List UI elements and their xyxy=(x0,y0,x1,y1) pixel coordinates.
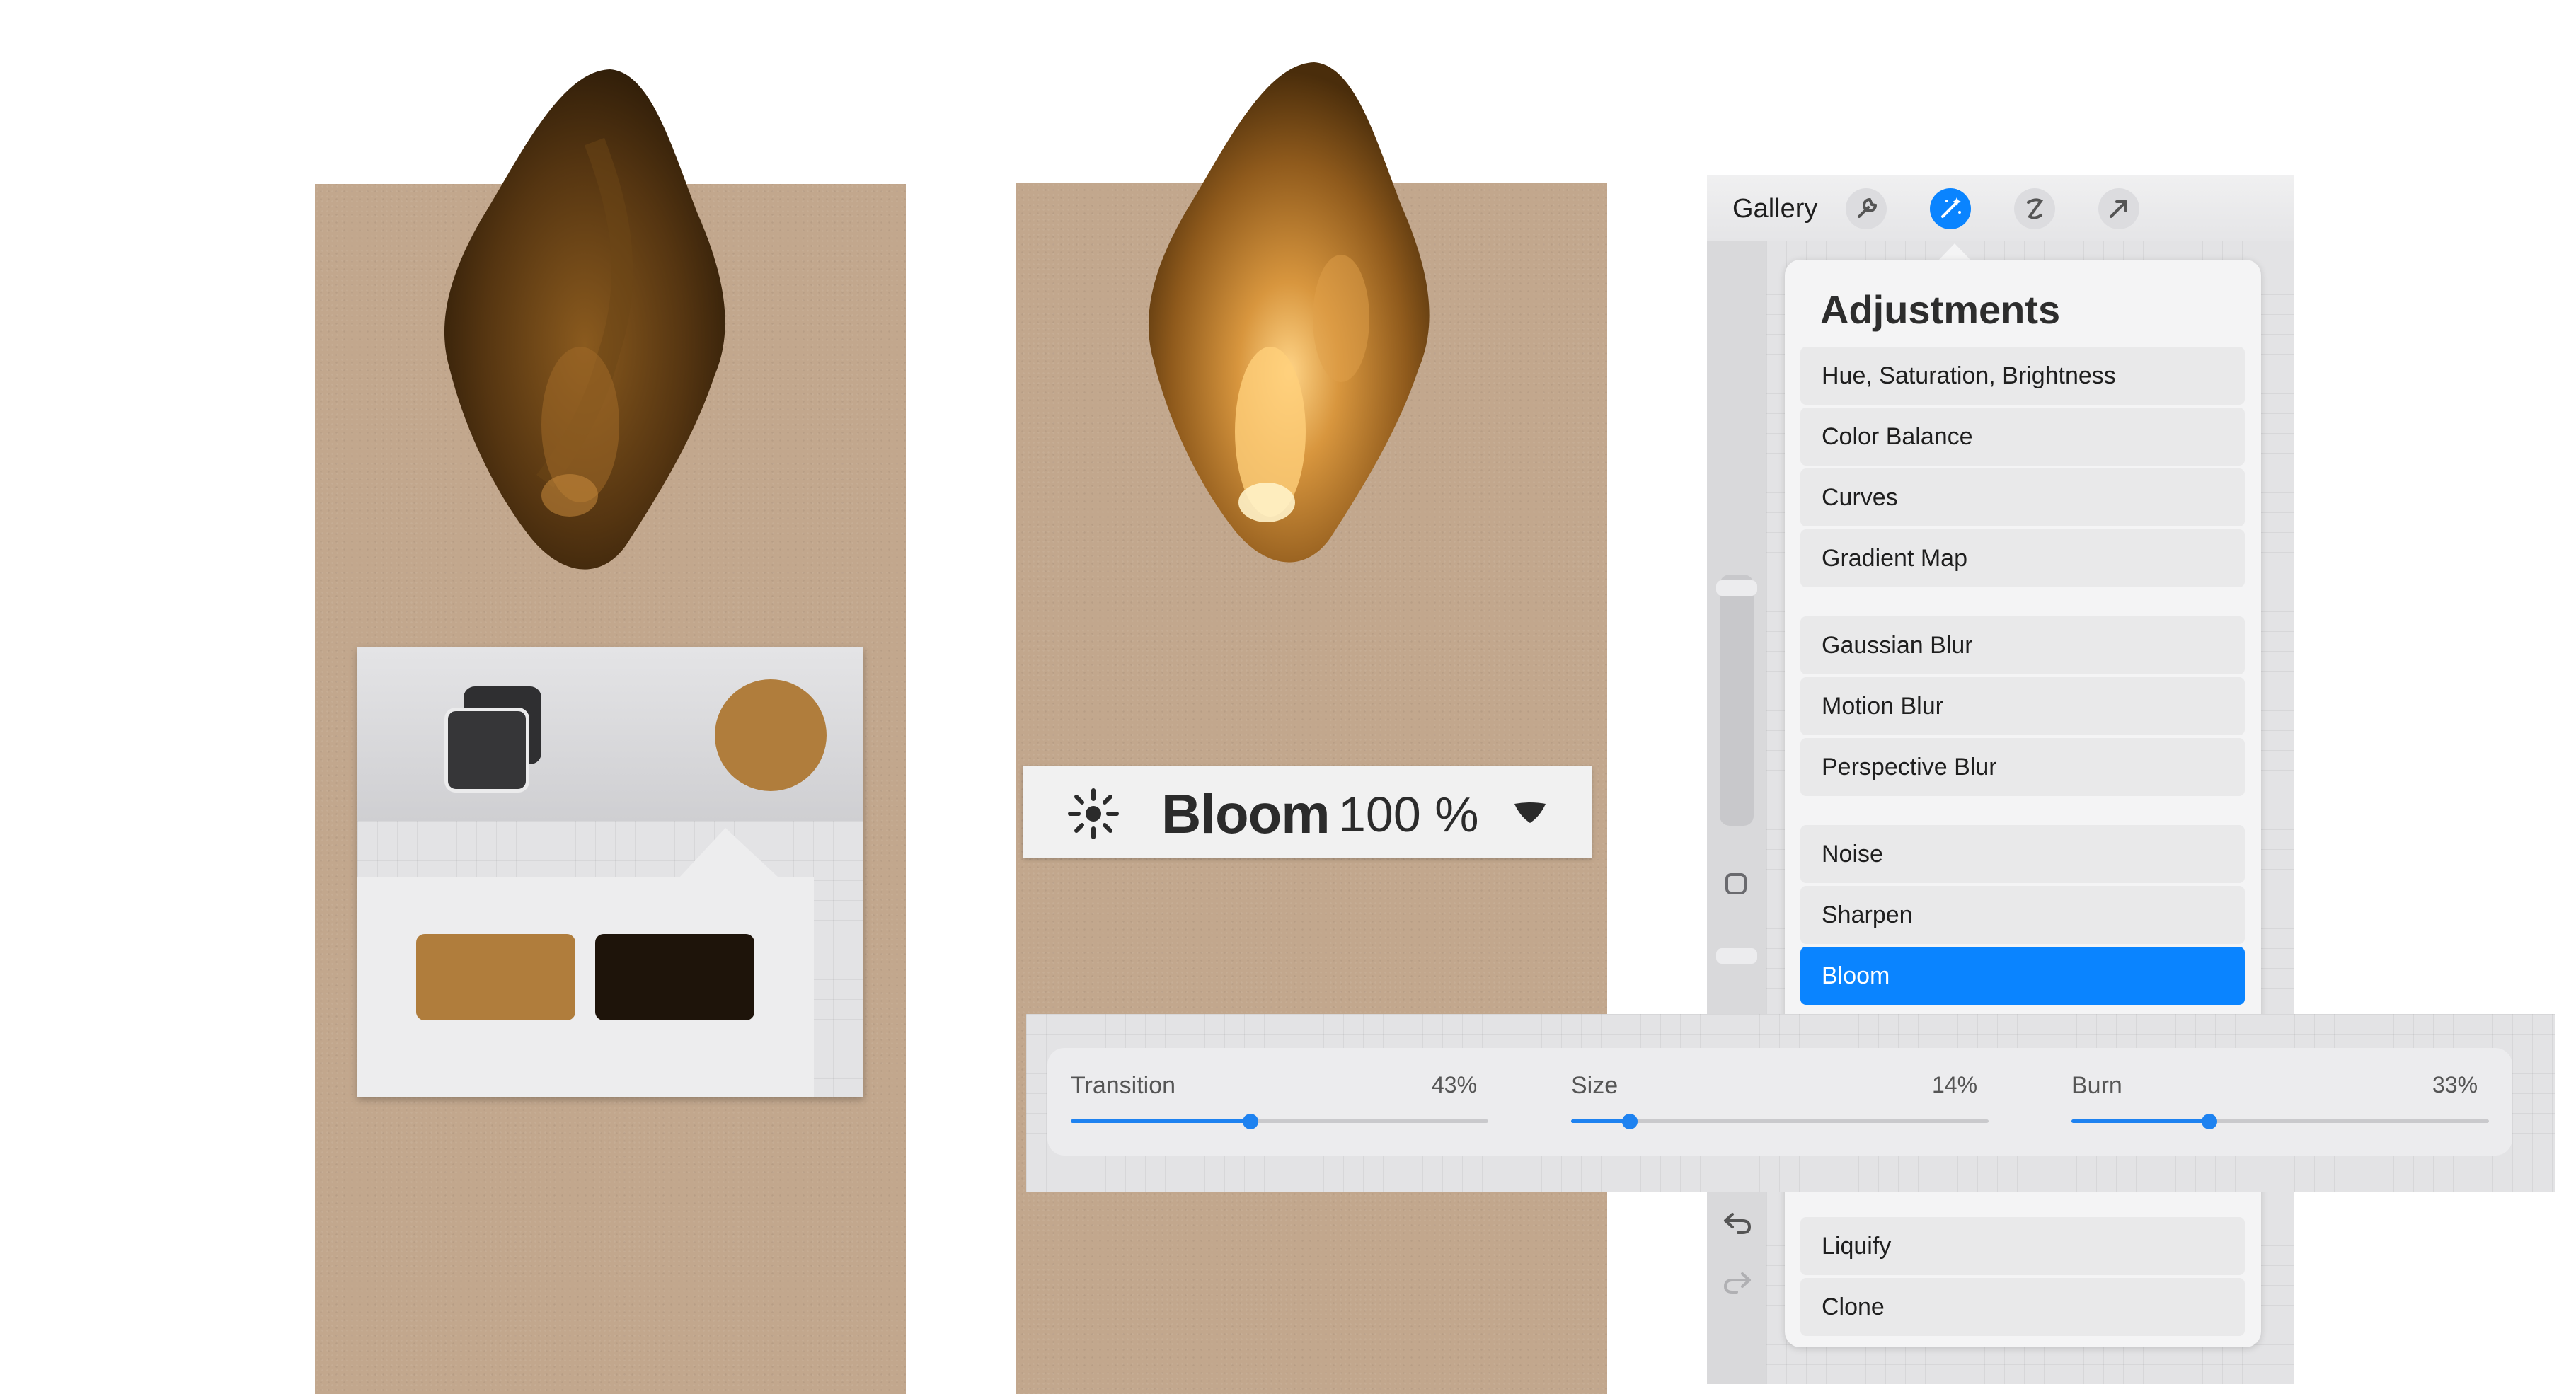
menu-item-label: Gaussian Blur xyxy=(1822,632,1973,659)
menu-item-bloom[interactable]: Bloom xyxy=(1800,947,2245,1005)
menu-item-hue-saturation-brightness[interactable]: Hue, Saturation, Brightness xyxy=(1800,347,2245,405)
menu-item-label: Hue, Saturation, Brightness xyxy=(1822,362,2116,389)
layer-name: Bloom xyxy=(1161,783,1330,845)
transition-label: Transition xyxy=(1071,1072,1176,1099)
magic-wand-icon[interactable] xyxy=(1930,188,1971,229)
layers-icon[interactable] xyxy=(444,708,529,793)
swatch-brown[interactable] xyxy=(416,934,575,1020)
size-slider[interactable] xyxy=(1571,1114,1989,1129)
menu-item-gaussian-blur[interactable]: Gaussian Blur xyxy=(1800,616,2245,674)
layer-opacity: 100 % xyxy=(1338,787,1479,842)
menu-item-label: Liquify xyxy=(1822,1233,1892,1260)
menu-item-label: Noise xyxy=(1822,841,1883,868)
size-knob[interactable] xyxy=(1621,1114,1638,1129)
burn-slider[interactable] xyxy=(2071,1114,2489,1129)
menu-item-label: Clone xyxy=(1822,1294,1885,1320)
menu-item-label: Motion Blur xyxy=(1822,693,1943,720)
color-popup xyxy=(357,647,863,1097)
menu-item-color-balance[interactable]: Color Balance xyxy=(1800,408,2245,466)
size-label: Size xyxy=(1571,1072,1618,1099)
burn-knob[interactable] xyxy=(2201,1114,2217,1129)
menu-item-label: Curves xyxy=(1822,484,1898,511)
sun-icon xyxy=(1068,788,1119,839)
size-value: 14% xyxy=(1932,1072,1978,1098)
menu-item-liquify[interactable]: Liquify xyxy=(1800,1217,2245,1275)
selection-icon[interactable] xyxy=(2014,188,2055,229)
menu-item-label: Sharpen xyxy=(1822,902,1913,928)
menu-item-label: Perspective Blur xyxy=(1822,754,1997,780)
swatch-dark[interactable] xyxy=(595,934,754,1020)
transition-knob[interactable] xyxy=(1242,1114,1258,1129)
opacity-slider-handle[interactable] xyxy=(1716,948,1757,964)
bloom-settings-panel: Transition 43% Size 14% Burn 33% xyxy=(1047,1048,2512,1156)
adjustments-title: Adjustments xyxy=(1820,287,2061,332)
wrench-icon[interactable] xyxy=(1846,188,1887,229)
gallery-button[interactable]: Gallery xyxy=(1732,194,1817,224)
brush-size-slider[interactable] xyxy=(1720,575,1754,826)
chevron-down-icon[interactable] xyxy=(1512,800,1548,825)
gem-dark xyxy=(444,69,725,570)
menu-item-clone[interactable]: Clone xyxy=(1800,1278,2245,1336)
layer-pill[interactable]: Bloom 100 % xyxy=(1023,766,1592,858)
transition-slider[interactable] xyxy=(1071,1114,1488,1129)
popup-pointer xyxy=(679,828,814,885)
gem-glow xyxy=(1148,62,1430,563)
menu-item-perspective-blur[interactable]: Perspective Blur xyxy=(1800,738,2245,796)
transform-arrow-icon[interactable] xyxy=(2098,188,2139,229)
burn-fill xyxy=(2071,1119,2209,1123)
transition-value: 43% xyxy=(1432,1072,1478,1098)
menu-item-label: Color Balance xyxy=(1822,423,1973,450)
menu-item-gradient-map[interactable]: Gradient Map xyxy=(1800,529,2245,587)
brush-size-handle[interactable] xyxy=(1716,580,1757,596)
left-sidebar xyxy=(1707,241,1766,1384)
redo-icon[interactable] xyxy=(1723,1271,1752,1295)
burn-value: 33% xyxy=(2432,1072,2478,1098)
menu-item-curves[interactable]: Curves xyxy=(1800,468,2245,526)
undo-icon[interactable] xyxy=(1723,1211,1752,1235)
modify-button[interactable] xyxy=(1725,873,1747,894)
size-fill xyxy=(1571,1119,1630,1123)
menu-item-sharpen[interactable]: Sharpen xyxy=(1800,886,2245,944)
adjustments-pointer xyxy=(1937,243,1972,262)
burn-label: Burn xyxy=(2071,1072,2122,1099)
top-toolbar: Gallery xyxy=(1707,175,2294,241)
current-color-swatch[interactable] xyxy=(715,679,827,791)
menu-item-label: Gradient Map xyxy=(1822,545,1967,572)
menu-item-label: Bloom xyxy=(1822,962,1890,989)
transition-fill xyxy=(1071,1119,1250,1123)
bloom-settings-bar: Transition 43% Size 14% Burn 33% xyxy=(1026,1014,2555,1192)
menu-item-noise[interactable]: Noise xyxy=(1800,825,2245,883)
menu-item-motion-blur[interactable]: Motion Blur xyxy=(1800,677,2245,735)
